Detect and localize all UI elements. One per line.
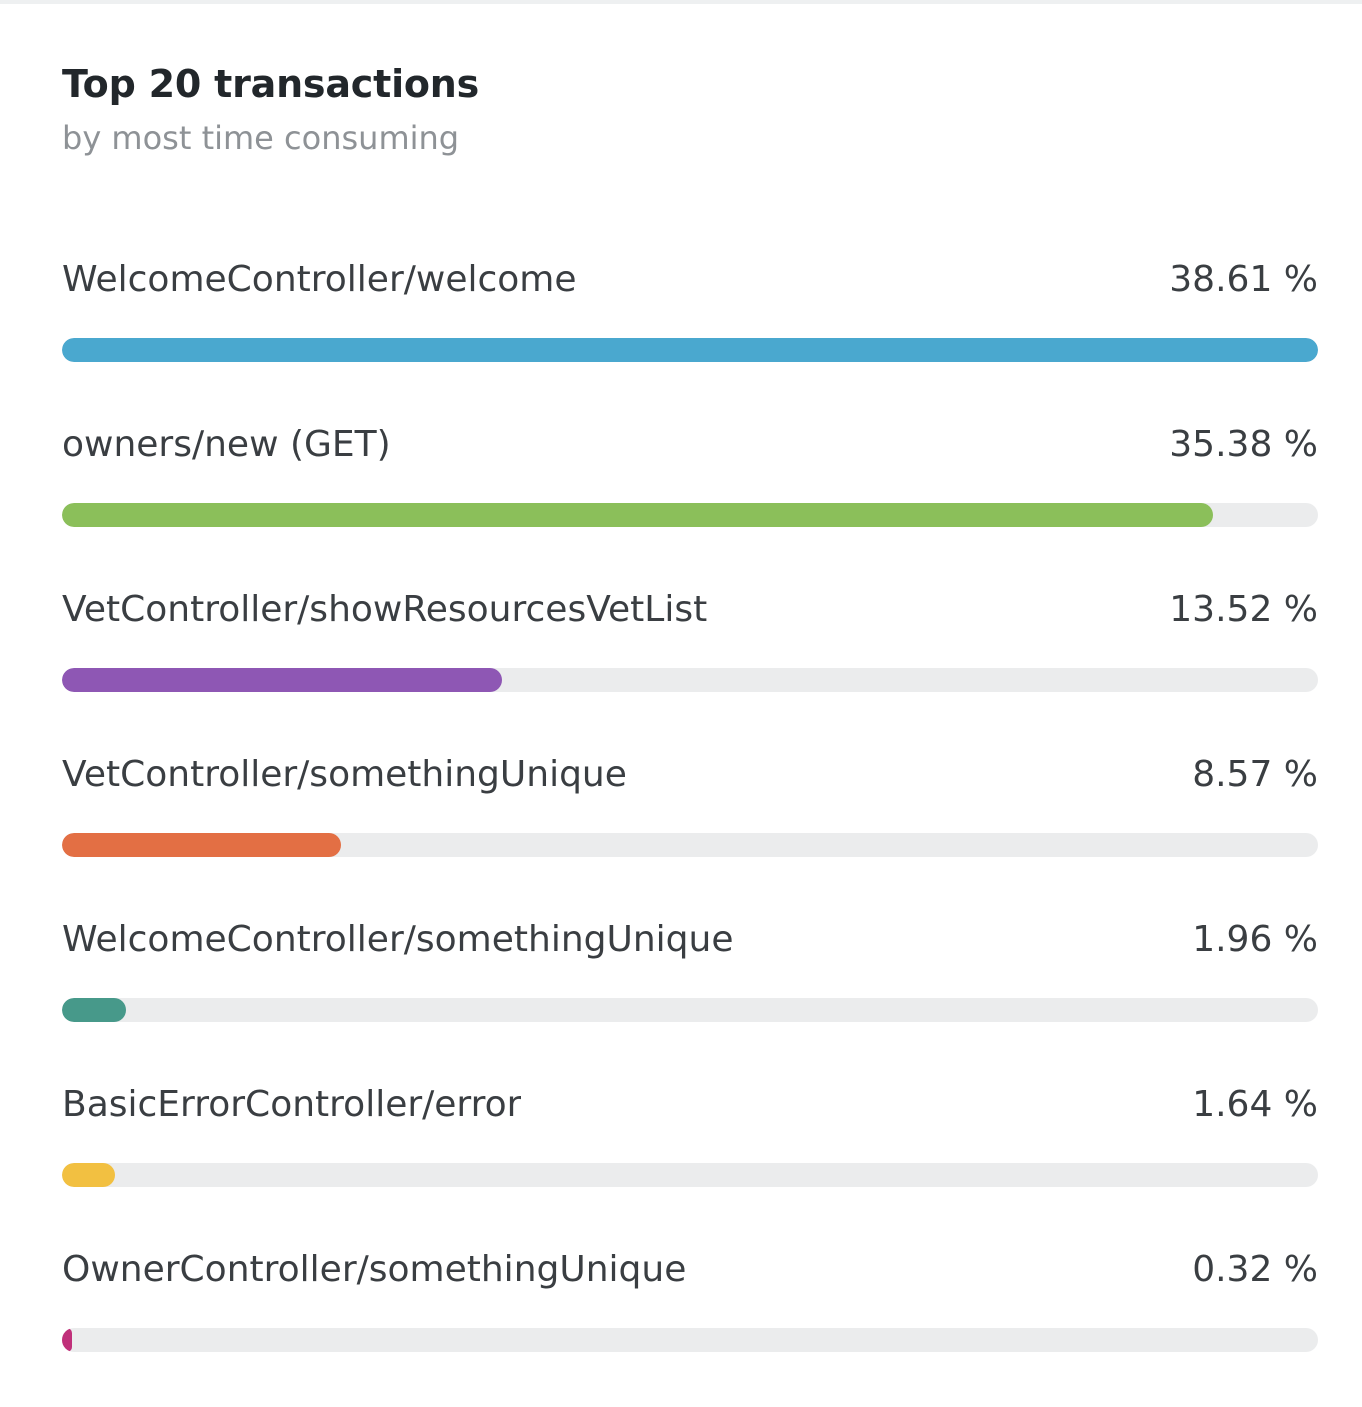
transaction-name: VetController/somethingUnique	[62, 754, 627, 795]
progress-track	[62, 668, 1318, 692]
transaction-percent: 13.52 %	[1169, 589, 1318, 630]
progress-fill	[62, 668, 502, 692]
progress-track	[62, 833, 1318, 857]
transaction-name: BasicErrorController/error	[62, 1084, 522, 1125]
progress-fill	[62, 338, 1318, 362]
progress-track	[62, 503, 1318, 527]
progress-fill	[62, 1328, 73, 1352]
progress-fill	[62, 1163, 116, 1187]
panel-title: Top 20 transactions	[62, 62, 480, 106]
progress-track	[62, 1163, 1318, 1187]
progress-track	[62, 1328, 1318, 1352]
progress-track	[62, 998, 1318, 1022]
panel-subtitle: by most time consuming	[62, 119, 460, 157]
progress-fill	[62, 998, 126, 1022]
transaction-percent: 8.57 %	[1192, 754, 1318, 795]
transaction-row[interactable]: BasicErrorController/error 1.64 %	[62, 1077, 1318, 1242]
transaction-row[interactable]: OwnerController/somethingUnique 0.32 %	[62, 1242, 1318, 1407]
transaction-row[interactable]: WelcomeController/somethingUnique 1.96 %	[62, 912, 1318, 1077]
transaction-percent: 35.38 %	[1169, 424, 1318, 465]
transaction-row[interactable]: VetController/somethingUnique 8.57 %	[62, 747, 1318, 912]
transaction-list: WelcomeController/welcome 38.61 % owners…	[62, 252, 1318, 1407]
transaction-row[interactable]: VetController/showResourcesVetList 13.52…	[62, 582, 1318, 747]
progress-fill	[62, 833, 341, 857]
top-transactions-panel: Top 20 transactions by most time consumi…	[0, 0, 1362, 1382]
transaction-percent: 0.32 %	[1192, 1249, 1318, 1290]
progress-track	[62, 338, 1318, 362]
transaction-name: WelcomeController/welcome	[62, 259, 577, 300]
transaction-percent: 38.61 %	[1169, 259, 1318, 300]
transaction-name: OwnerController/somethingUnique	[62, 1249, 687, 1290]
transaction-name: WelcomeController/somethingUnique	[62, 919, 734, 960]
progress-fill	[62, 503, 1213, 527]
transaction-percent: 1.64 %	[1192, 1084, 1318, 1125]
transaction-name: VetController/showResourcesVetList	[62, 589, 708, 630]
transaction-row[interactable]: WelcomeController/welcome 38.61 %	[62, 252, 1318, 417]
panel-header: Top 20 transactions by most time consumi…	[62, 60, 479, 158]
transaction-name: owners/new (GET)	[62, 424, 391, 465]
transaction-percent: 1.96 %	[1192, 919, 1318, 960]
transaction-row[interactable]: owners/new (GET) 35.38 %	[62, 417, 1318, 582]
